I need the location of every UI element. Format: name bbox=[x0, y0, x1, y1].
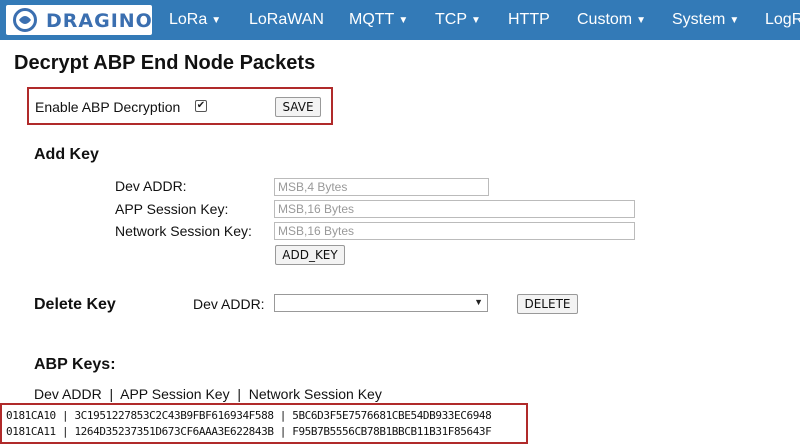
check-icon: ✔ bbox=[196, 100, 206, 111]
delete-button[interactable]: DELETE bbox=[517, 294, 578, 314]
abp-keys-columns: Dev ADDR | APP Session Key | Network Ses… bbox=[34, 386, 382, 402]
dev-addr-label: Dev ADDR: bbox=[115, 178, 187, 194]
list-item: 0181CA11 | 1264D35237351D673CF6AAA3E6228… bbox=[6, 425, 492, 438]
dragino-logo-icon bbox=[13, 8, 37, 32]
page-title: Decrypt ABP End Node Packets bbox=[14, 52, 316, 74]
nav-system-label: System bbox=[672, 11, 726, 28]
chevron-down-icon: ▼ bbox=[729, 15, 740, 26]
delete-dev-addr-select[interactable]: ▼ bbox=[274, 294, 488, 312]
nav-tcp[interactable]: TCP ▼ bbox=[435, 0, 481, 40]
nav-lorawan-label: LoRaWAN bbox=[249, 11, 324, 28]
nav-custom-label: Custom bbox=[577, 11, 633, 28]
chevron-down-icon: ▼ bbox=[636, 15, 647, 26]
add-key-button[interactable]: ADD_KEY bbox=[275, 245, 345, 265]
chevron-down-icon: ▼ bbox=[211, 15, 222, 26]
nav-lora-label: LoRa bbox=[169, 11, 208, 28]
dragino-logo[interactable]: DRAGINO bbox=[6, 5, 152, 35]
nav-lora[interactable]: LoRa ▼ bbox=[169, 0, 221, 40]
abp-keys-heading: ABP Keys: bbox=[34, 356, 116, 373]
chevron-down-icon: ▼ bbox=[398, 15, 409, 26]
nav-tcp-label: TCP bbox=[435, 11, 467, 28]
enable-decryption-label: Enable ABP Decryption bbox=[35, 99, 181, 115]
chevron-down-icon: ▼ bbox=[471, 15, 481, 26]
top-navbar: DRAGINO LoRa ▼ LoRaWAN MQTT ▼ TCP ▼ HTTP Cu… bbox=[0, 0, 800, 40]
app-session-key-label: APP Session Key: bbox=[115, 201, 229, 217]
network-session-key-label: Network Session Key: bbox=[115, 223, 252, 239]
dev-addr-input[interactable] bbox=[274, 178, 489, 196]
nav-logread-label: LogR bbox=[765, 11, 800, 28]
nav-http[interactable]: HTTP bbox=[508, 0, 550, 40]
app-session-key-input[interactable] bbox=[274, 200, 635, 218]
logo-text: DRAGINO bbox=[46, 10, 153, 32]
delete-dev-addr-label: Dev ADDR: bbox=[193, 296, 265, 312]
delete-key-heading: Delete Key bbox=[34, 296, 116, 313]
nav-system[interactable]: System ▼ bbox=[672, 0, 739, 40]
nav-custom[interactable]: Custom ▼ bbox=[577, 0, 646, 40]
dropdown-arrow-icon: ▼ bbox=[474, 297, 483, 307]
nav-mqtt-label: MQTT bbox=[349, 11, 395, 28]
enable-decryption-checkbox[interactable]: ✔ bbox=[195, 100, 207, 112]
list-item: 0181CA10 | 3C1951227853C2C43B9FBF616934F… bbox=[6, 409, 492, 422]
network-session-key-input[interactable] bbox=[274, 222, 635, 240]
save-button[interactable]: SAVE bbox=[275, 97, 321, 117]
nav-logread[interactable]: LogR bbox=[765, 0, 800, 40]
nav-mqtt[interactable]: MQTT ▼ bbox=[349, 0, 408, 40]
nav-http-label: HTTP bbox=[508, 11, 550, 28]
add-key-heading: Add Key bbox=[34, 146, 99, 163]
nav-lorawan[interactable]: LoRaWAN bbox=[249, 0, 324, 40]
